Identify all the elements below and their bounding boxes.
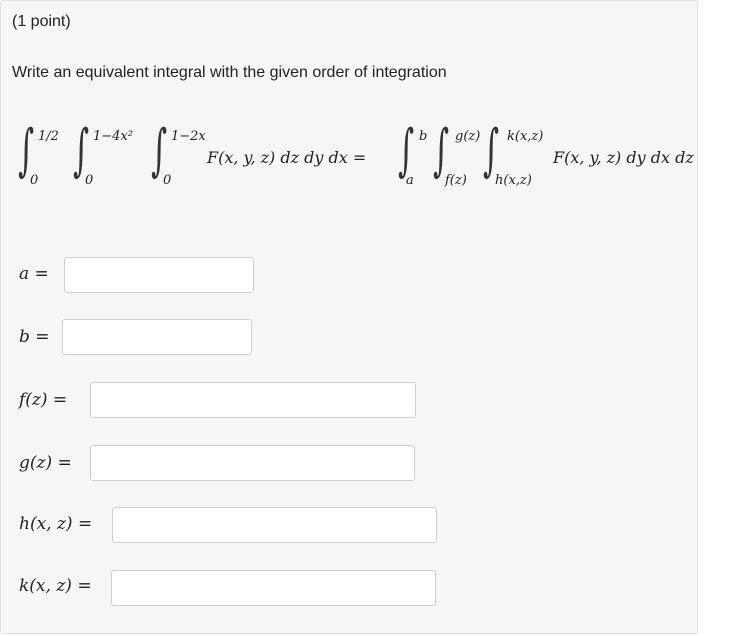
int6-lower: h(x,z) xyxy=(495,173,532,188)
int5-upper: g(z) xyxy=(455,129,481,144)
input-f[interactable] xyxy=(90,382,416,418)
question-panel: (1 point) Write an equivalent integral w… xyxy=(0,0,698,634)
int2-lower: 0 xyxy=(85,173,94,188)
integral-sign-3: ∫ xyxy=(151,118,168,183)
label-k: k(x, z) = xyxy=(19,576,92,596)
int3-upper: 1−2x xyxy=(171,129,206,144)
label-g: g(z) = xyxy=(19,453,72,473)
instruction-text: Write an equivalent integral with the gi… xyxy=(12,64,447,81)
label-f: f(z) = xyxy=(19,390,68,410)
input-h[interactable] xyxy=(112,507,437,543)
label-a: a = xyxy=(19,264,49,284)
integral-sign-1: ∫ xyxy=(18,118,35,183)
integral-sign-6: ∫ xyxy=(483,118,500,183)
int1-lower: 0 xyxy=(30,173,39,188)
input-k[interactable] xyxy=(111,570,436,606)
integral-sign-5: ∫ xyxy=(433,118,450,183)
right-integrand: F(x, y, z) dy dx dz xyxy=(553,148,694,167)
int4-lower: a xyxy=(406,173,414,188)
int4-upper: b xyxy=(419,129,428,144)
int6-upper: k(x,z) xyxy=(507,129,544,144)
int2-upper: 1−4x² xyxy=(93,129,133,144)
input-a[interactable] xyxy=(64,257,254,293)
label-b: b = xyxy=(19,327,50,347)
left-integrand: F(x, y, z) dz dy dx = xyxy=(207,148,367,167)
label-h: h(x, z) = xyxy=(19,514,93,534)
integral-sign-2: ∫ xyxy=(73,118,90,183)
points-label: (1 point) xyxy=(12,13,71,30)
int3-lower: 0 xyxy=(163,173,172,188)
int1-upper: 1/2 xyxy=(38,129,59,144)
int5-lower: f(z) xyxy=(445,173,467,188)
input-b[interactable] xyxy=(62,319,252,355)
integral-sign-4: ∫ xyxy=(398,118,415,183)
input-g[interactable] xyxy=(90,445,415,481)
